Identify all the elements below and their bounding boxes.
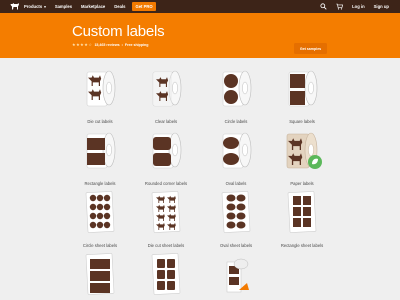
logo-icon[interactable] [9,2,21,11]
product-image [287,191,317,233]
product-tile-product-15[interactable] [206,250,266,300]
hero-banner: Custom labels ★★★★☆ 15,465 reviews • Fre… [0,13,400,58]
nav-products[interactable]: Products ▾ [24,4,46,9]
top-nav: Products ▾ Samples Marketplace Deals Get… [0,0,400,13]
nav-marketplace[interactable]: Marketplace [81,4,105,9]
product-image [221,191,251,233]
product-tile-rectangle[interactable]: Rectangle labels [70,126,130,188]
login-link[interactable]: Log in [352,4,365,9]
product-tile-oval[interactable]: Oval labels [206,126,266,188]
product-image [222,132,252,169]
product-image [152,70,182,107]
product-tile-rounded-corner[interactable]: Rounded corner labels [136,126,196,188]
product-label: Oval sheet labels [219,243,253,248]
star-rating: ★★★★☆ [72,42,93,47]
product-image [152,132,182,169]
product-tile-die-cut-sheet[interactable]: Die cut sheet labels [136,188,196,250]
product-tile-product-13[interactable] [70,250,130,300]
product-tile-circle-sheet[interactable]: Circle sheet labels [70,188,130,250]
product-tile-clear[interactable]: Clear labels [136,64,196,126]
product-label: Rectangle labels [84,181,116,186]
get-samples-button[interactable]: Get samples [294,43,327,54]
product-label: Paper labels [290,181,314,186]
product-label: Circle sheet labels [82,243,118,248]
nav-samples[interactable]: Samples [55,4,72,9]
product-image [286,132,322,169]
product-tile-die-cut[interactable]: Die cut labels [70,64,130,126]
product-label: Die cut labels [87,119,113,124]
shipping-note: Free shipping [124,42,149,47]
product-image [85,191,115,233]
product-image [86,132,116,169]
product-label: Circle labels [224,119,248,124]
product-tile-rectangle-sheet[interactable]: Rectangle sheet labels [272,188,332,250]
product-label: Die cut sheet labels [147,243,185,248]
product-tile-product-14[interactable] [136,250,196,300]
product-tile-paper[interactable]: Paper labels [272,126,332,188]
search-icon[interactable] [320,3,327,10]
product-label: Rectangle sheet labels [280,243,324,248]
product-image [151,253,181,295]
product-label: Clear labels [154,119,178,124]
nav-deals[interactable]: Deals [114,4,125,9]
cart-icon[interactable] [336,3,344,10]
product-tile-oval-sheet[interactable]: Oval sheet labels [206,188,266,250]
product-image [288,70,318,107]
product-tile-square[interactable]: Square labels [272,64,332,126]
product-image [85,253,115,295]
product-tile-circle[interactable]: Circle labels [206,64,266,126]
signup-link[interactable]: Sign up [374,4,389,9]
rating-row: ★★★★☆ 15,465 reviews • Free shipping [72,42,148,47]
product-image [226,258,249,293]
product-image [151,191,181,233]
product-label: Square labels [289,119,315,124]
product-label: Rounded corner labels [144,181,188,186]
page-title: Custom labels [72,23,165,40]
product-image [222,70,252,107]
chevron-down-icon: ▾ [43,5,46,9]
product-label: Oval labels [225,181,247,186]
separator: • [121,42,123,47]
product-image [86,70,116,107]
reviews-link[interactable]: 15,465 reviews [94,43,119,47]
get-pro-button[interactable]: Get PRO [132,2,156,11]
